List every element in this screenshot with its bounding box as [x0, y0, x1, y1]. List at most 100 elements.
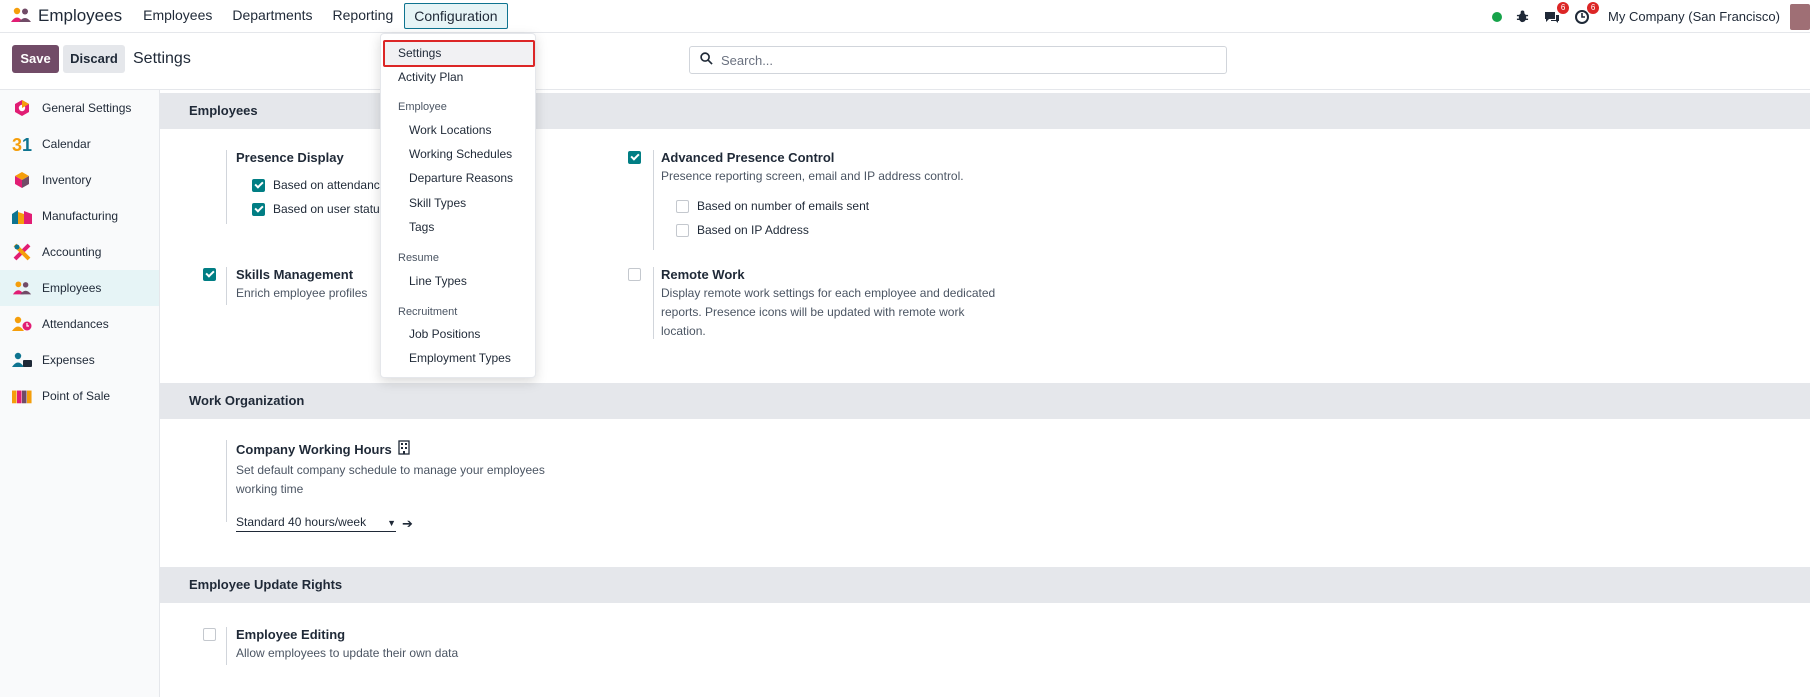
- setting-divider: [653, 150, 654, 250]
- option-based-on-user-status[interactable]: Based on user statu: [252, 197, 380, 221]
- employees-icon: [12, 278, 32, 298]
- menu-configuration[interactable]: Configuration: [404, 3, 508, 29]
- search-box[interactable]: [689, 46, 1227, 74]
- working-hours-select[interactable]: Standard 40 hours/week ▼: [236, 515, 396, 532]
- dropdown-item-job-positions[interactable]: Job Positions: [409, 327, 480, 341]
- dropdown-item-activity-plan[interactable]: Activity Plan: [398, 70, 463, 84]
- systray: 6 6 My Company (San Francisco): [1492, 0, 1810, 33]
- setting-divider: [653, 267, 654, 339]
- search-icon: [700, 52, 713, 68]
- caret-down-icon: ▼: [387, 518, 396, 528]
- option-based-on-ip[interactable]: Based on IP Address: [676, 218, 1081, 242]
- setting-description: Presence reporting screen, email and IP …: [661, 169, 964, 183]
- setting-description-line: location.: [661, 324, 706, 338]
- setting-description-line: Display remote work settings for each em…: [661, 286, 996, 300]
- sidebar-item-label: Accounting: [42, 245, 102, 259]
- general-settings-icon: [12, 98, 32, 118]
- activity-clock-icon[interactable]: 6: [1574, 1, 1600, 25]
- svg-text:1: 1: [22, 135, 32, 153]
- section-header-update-rights: Employee Update Rights: [160, 567, 1810, 603]
- setting-title: Remote Work: [661, 267, 745, 282]
- arrow-right-icon[interactable]: ➔: [402, 516, 413, 532]
- employee-editing-checkbox[interactable]: [203, 628, 216, 641]
- option-label: Based on attendanc: [273, 178, 380, 192]
- sidebar-item-manufacturing[interactable]: Manufacturing: [0, 198, 159, 234]
- dropdown-item-departure-reasons[interactable]: Departure Reasons: [409, 171, 513, 185]
- setting-title: Advanced Presence Control: [661, 150, 835, 165]
- setting-advanced-presence-control: Advanced Presence Control Presence repor…: [628, 150, 1088, 250]
- manufacturing-icon: [12, 206, 32, 226]
- remote-work-checkbox[interactable]: [628, 268, 641, 281]
- search-input[interactable]: [721, 52, 1201, 68]
- menu-reporting[interactable]: Reporting: [324, 3, 403, 29]
- debug-bug-icon[interactable]: [1514, 9, 1530, 25]
- save-button[interactable]: Save: [12, 45, 59, 73]
- dropdown-item-settings[interactable]: Settings: [398, 46, 441, 60]
- advanced-presence-checkbox[interactable]: [628, 151, 641, 164]
- setting-description: Allow employees to update their own data: [236, 646, 459, 660]
- skills-checkbox[interactable]: [203, 268, 216, 281]
- option-based-on-emails[interactable]: Based on number of emails sent: [676, 194, 1081, 218]
- control-panel: Save Discard Settings: [0, 33, 1810, 90]
- sidebar-item-point-of-sale[interactable]: Point of Sale: [0, 378, 159, 414]
- sidebar-item-inventory[interactable]: Inventory: [0, 162, 159, 198]
- option-label: Based on number of emails sent: [697, 199, 870, 213]
- sidebar-item-label: Point of Sale: [42, 389, 111, 403]
- sidebar-item-label: General Settings: [42, 101, 132, 115]
- sidebar-item-label: Inventory: [42, 173, 92, 187]
- sidebar-item-label: Attendances: [42, 317, 109, 331]
- setting-divider: [226, 440, 227, 522]
- menu-employees[interactable]: Employees: [134, 3, 221, 29]
- configuration-dropdown: Settings Activity Plan Employee Work Loc…: [380, 33, 536, 378]
- checkbox[interactable]: [676, 199, 689, 213]
- company-building-icon: [398, 440, 410, 458]
- dropdown-group-resume: Resume: [398, 252, 439, 264]
- dropdown-item-employment-types[interactable]: Employment Types: [409, 351, 511, 365]
- checkbox[interactable]: [252, 202, 265, 216]
- sidebar-item-attendances[interactable]: Attendances: [0, 306, 159, 342]
- chat-icon[interactable]: 6: [1544, 1, 1570, 25]
- menu-departments[interactable]: Departments: [223, 3, 321, 29]
- inventory-icon: [12, 170, 32, 190]
- presence-status-icon[interactable]: [1492, 11, 1503, 22]
- setting-employee-editing: Employee Editing Allow employees to upda…: [203, 627, 533, 667]
- sidebar-item-employees[interactable]: Employees: [0, 270, 159, 306]
- discard-button[interactable]: Discard: [63, 45, 125, 73]
- dropdown-item-line-types[interactable]: Line Types: [409, 274, 467, 288]
- sidebar-item-calendar[interactable]: 31 Calendar: [0, 126, 159, 162]
- company-switcher[interactable]: My Company (San Francisco): [1608, 9, 1780, 24]
- setting-description-line: Set default company schedule to manage y…: [236, 463, 545, 477]
- dropdown-item-tags[interactable]: Tags: [409, 220, 434, 234]
- sidebar-item-expenses[interactable]: Expenses: [0, 342, 159, 378]
- setting-remote-work: Remote Work Display remote work settings…: [628, 267, 1048, 339]
- checkbox[interactable]: [676, 223, 689, 237]
- option-label: Based on IP Address: [697, 223, 809, 237]
- top-navbar: Employees Employees Departments Reportin…: [0, 0, 1810, 33]
- svg-text:3: 3: [12, 135, 22, 153]
- checkbox[interactable]: [252, 178, 265, 192]
- setting-title: Presence Display: [236, 150, 344, 165]
- sidebar-item-accounting[interactable]: Accounting: [0, 234, 159, 270]
- setting-title: Company Working Hours: [236, 441, 392, 457]
- app-name: Employees: [38, 6, 123, 25]
- dropdown-item-skill-types[interactable]: Skill Types: [409, 196, 466, 210]
- page-title: Settings: [133, 50, 191, 67]
- option-label: Based on user statu: [273, 202, 380, 216]
- sidebar-item-label: Employees: [42, 281, 102, 295]
- dropdown-item-working-schedules[interactable]: Working Schedules: [409, 147, 512, 161]
- accounting-icon: [12, 242, 32, 262]
- working-hours-select-wrap: Standard 40 hours/week ▼ ➔: [236, 515, 413, 532]
- setting-description-line: working time: [236, 482, 304, 496]
- setting-company-working-hours: Company Working Hours Set default compan…: [226, 440, 626, 522]
- sidebar-item-general-settings[interactable]: General Settings: [0, 90, 159, 126]
- user-avatar[interactable]: [1790, 3, 1810, 30]
- expenses-icon: [12, 350, 32, 370]
- setting-divider: [226, 627, 227, 665]
- calendar-icon: 31: [12, 134, 32, 154]
- setting-divider: [226, 267, 227, 305]
- dropdown-item-work-locations[interactable]: Work Locations: [409, 123, 491, 137]
- activity-badge: 6: [1587, 1, 1600, 14]
- employees-app-icon: [10, 7, 32, 26]
- app-brand[interactable]: Employees: [10, 6, 122, 26]
- option-based-on-attendance[interactable]: Based on attendanc: [252, 173, 380, 197]
